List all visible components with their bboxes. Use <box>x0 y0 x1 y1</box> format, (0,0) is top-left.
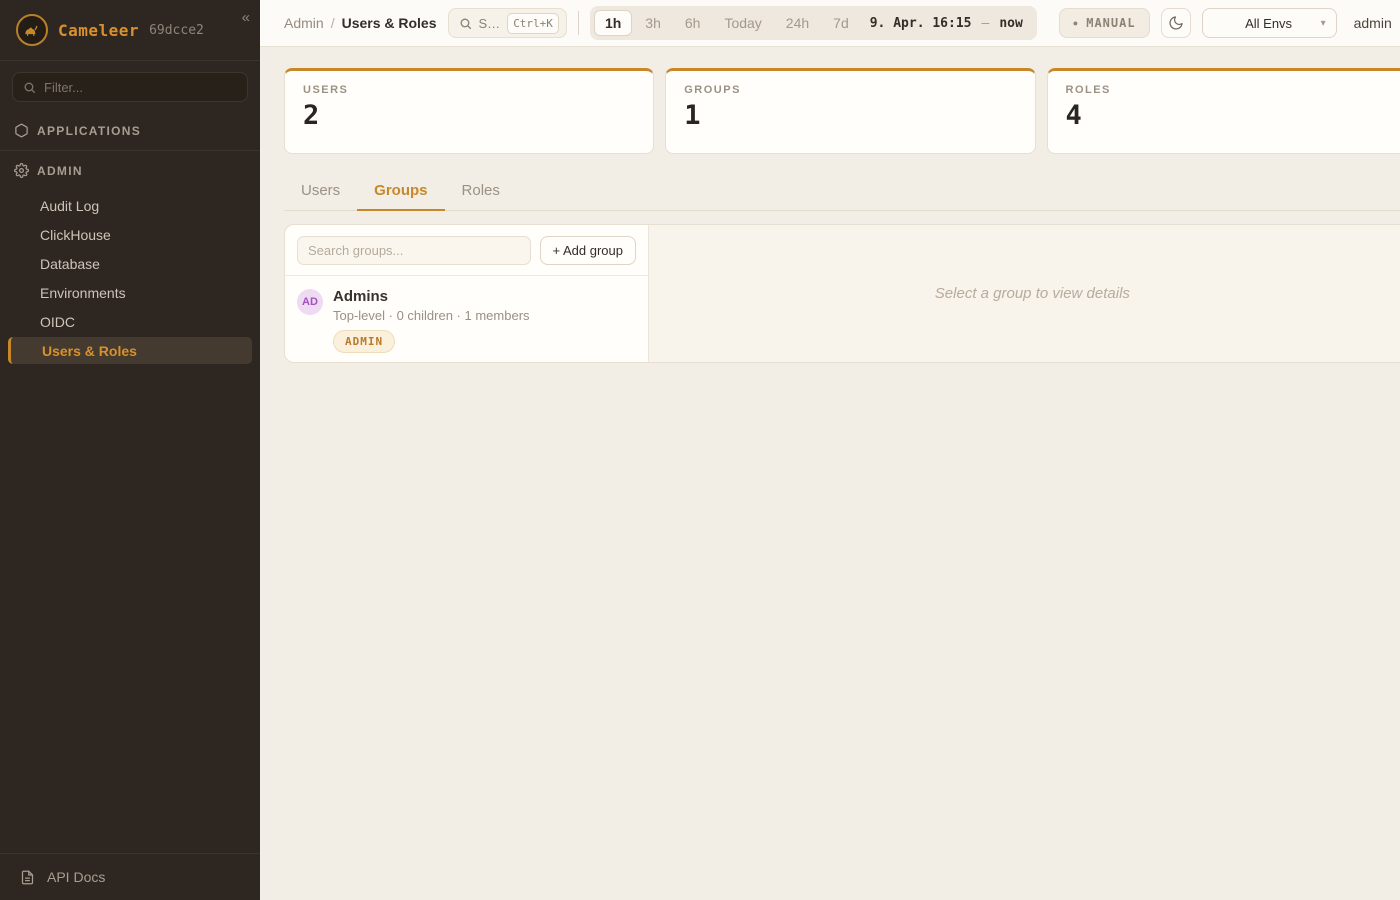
group-info: Admins Top-level · 0 children · 1 member… <box>333 288 530 353</box>
search-icon <box>459 17 472 30</box>
stats-row: USERS 2 GROUPS 1 ROLES 4 <box>284 68 1400 154</box>
group-list-item-admins[interactable]: AD Admins Top-level · 0 children · 1 mem… <box>285 276 648 363</box>
section-label: APPLICATIONS <box>37 124 141 138</box>
sidebar-section-admin[interactable]: ADMIN <box>0 154 260 187</box>
time-separator: – <box>981 16 989 31</box>
tab-users[interactable]: Users <box>284 176 357 211</box>
stat-card-roles: ROLES 4 <box>1047 68 1400 154</box>
sidebar-divider <box>0 150 260 151</box>
sidebar-item-clickhouse[interactable]: ClickHouse <box>0 220 260 249</box>
chevron-down-icon: ▾ <box>1321 18 1326 29</box>
env-selected-value: All Envs <box>1217 16 1321 31</box>
document-icon <box>20 870 35 885</box>
main-area: Admin / Users & Roles S… Ctrl+K 1h 3h 6h… <box>260 0 1400 900</box>
groups-toolbar: Search groups... + Add group <box>285 225 648 276</box>
sidebar-section-applications[interactable]: APPLICATIONS <box>0 114 260 147</box>
env-select[interactable]: All Envs ▾ <box>1202 8 1337 38</box>
sidebar-item-database[interactable]: Database <box>0 249 260 278</box>
api-docs-label: API Docs <box>47 869 105 885</box>
app-logo <box>16 14 48 46</box>
range-1h[interactable]: 1h <box>594 10 632 36</box>
sidebar-item-oidc[interactable]: OIDC <box>0 307 260 336</box>
topbar: Admin / Users & Roles S… Ctrl+K 1h 3h 6h… <box>260 0 1400 47</box>
sidebar: Cameleer 69dcce2 « Filter... APPLICATION… <box>0 0 260 900</box>
search-shortcut-kbd: Ctrl+K <box>507 13 559 34</box>
breadcrumb-separator: / <box>331 15 335 31</box>
sidebar-collapse-icon[interactable]: « <box>242 10 250 25</box>
group-role-badge: ADMIN <box>333 330 395 353</box>
sidebar-item-environments[interactable]: Environments <box>0 278 260 307</box>
group-detail-pane: Select a group to view details <box>649 225 1400 362</box>
sidebar-item-label: Audit Log <box>40 198 99 214</box>
range-7d[interactable]: 7d <box>822 10 860 36</box>
sidebar-spacer <box>0 369 260 853</box>
sidebar-item-label: Database <box>40 256 100 272</box>
breadcrumb-current: Users & Roles <box>342 15 437 31</box>
range-6h[interactable]: 6h <box>674 10 712 36</box>
range-24h[interactable]: 24h <box>775 10 820 36</box>
sidebar-item-label: ClickHouse <box>40 227 111 243</box>
group-name: Admins <box>333 288 530 305</box>
gear-icon <box>14 163 29 178</box>
filter-placeholder: Filter... <box>44 80 83 95</box>
cube-icon <box>14 123 29 138</box>
breadcrumb-parent[interactable]: Admin <box>284 15 324 31</box>
sidebar-item-audit-log[interactable]: Audit Log <box>0 191 260 220</box>
time-to[interactable]: now <box>991 16 1032 31</box>
sidebar-filter-input[interactable]: Filter... <box>12 72 248 102</box>
refresh-mode-badge[interactable]: ● MANUAL <box>1059 8 1150 38</box>
time-range-control: 1h 3h 6h Today 24h 7d 9. Apr. 16:15 – no… <box>590 6 1037 40</box>
tab-groups[interactable]: Groups <box>357 176 444 211</box>
moon-icon <box>1168 15 1184 31</box>
sidebar-item-users-roles[interactable]: Users & Roles <box>8 337 252 364</box>
refresh-mode-label: MANUAL <box>1086 16 1135 30</box>
brand-build-hash: 69dcce2 <box>149 23 204 38</box>
sidebar-item-label: OIDC <box>40 314 75 330</box>
camel-logo-icon <box>22 20 42 40</box>
tab-roles[interactable]: Roles <box>445 176 517 211</box>
global-search[interactable]: S… Ctrl+K <box>448 8 567 38</box>
group-avatar: AD <box>297 289 323 315</box>
breadcrumb: Admin / Users & Roles <box>284 15 437 31</box>
page-content: USERS 2 GROUPS 1 ROLES 4 Users Groups Ro… <box>260 47 1400 900</box>
time-from[interactable]: 9. Apr. 16:15 <box>862 16 980 31</box>
stat-value: 1 <box>684 100 1016 131</box>
api-docs-link[interactable]: API Docs <box>0 853 260 900</box>
tabs: Users Groups Roles <box>284 176 1400 211</box>
admin-nav: Audit Log ClickHouse Database Environmen… <box>0 187 260 369</box>
sidebar-item-label: Users & Roles <box>42 343 137 359</box>
topbar-divider <box>578 11 579 35</box>
brand-name: Cameleer <box>58 21 139 40</box>
range-today[interactable]: Today <box>713 10 772 36</box>
section-label: ADMIN <box>37 164 83 178</box>
empty-detail-message: Select a group to view details <box>935 285 1130 302</box>
stat-label: GROUPS <box>684 84 1016 96</box>
stat-label: ROLES <box>1066 84 1398 96</box>
groups-list-column: Search groups... + Add group AD Admins T… <box>285 225 649 362</box>
stat-card-users: USERS 2 <box>284 68 654 154</box>
range-3h[interactable]: 3h <box>634 10 672 36</box>
stat-value: 4 <box>1066 100 1398 131</box>
stat-label: USERS <box>303 84 635 96</box>
groups-panel: Search groups... + Add group AD Admins T… <box>284 224 1400 363</box>
stat-value: 2 <box>303 100 635 131</box>
group-meta: Top-level · 0 children · 1 members <box>333 308 530 323</box>
status-dot: ● <box>1073 19 1078 28</box>
search-text: S… <box>479 16 501 31</box>
user-name: admin <box>1354 15 1392 31</box>
sidebar-item-label: Environments <box>40 285 126 301</box>
theme-toggle-button[interactable] <box>1161 8 1191 38</box>
add-group-button[interactable]: + Add group <box>540 236 636 265</box>
stat-card-groups: GROUPS 1 <box>665 68 1035 154</box>
sidebar-header: Cameleer 69dcce2 « <box>0 0 260 61</box>
groups-search-placeholder: Search groups... <box>308 243 403 258</box>
search-icon <box>23 81 36 94</box>
groups-search-input[interactable]: Search groups... <box>297 236 531 265</box>
